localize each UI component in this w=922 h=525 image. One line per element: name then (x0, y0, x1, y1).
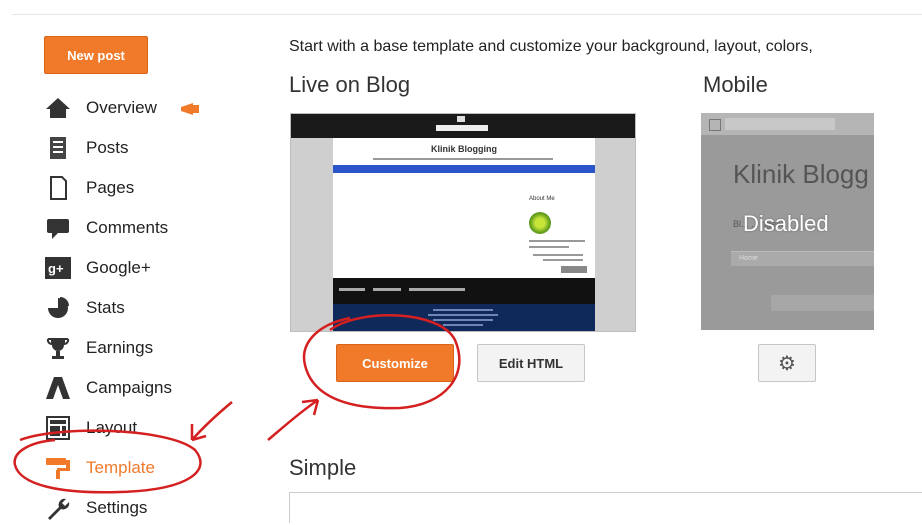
preview-menu-bar (333, 165, 595, 173)
gear-icon: ⚙ (778, 352, 796, 375)
preview-credit-line (443, 324, 483, 326)
sidebar-item-google-plus[interactable]: g+ Google+ (44, 253, 151, 283)
home-icon (44, 96, 72, 120)
comments-icon (44, 216, 72, 240)
preview-text-line (529, 246, 569, 248)
sidebar-item-label: Comments (86, 218, 169, 237)
preview-text-line (533, 254, 583, 256)
mobile-browser-bar (701, 113, 874, 135)
mobile-home-label: Home (739, 255, 758, 262)
simple-heading: Simple (289, 455, 357, 480)
preview-text-line (543, 259, 583, 261)
sidebar-item-label: Posts (86, 138, 129, 157)
posts-icon (44, 136, 72, 160)
google-plus-icon: g+ (44, 256, 72, 280)
top-divider (12, 14, 922, 15)
live-on-blog-heading: Live on Blog (289, 72, 411, 97)
preview-blog-title: Klinik Blogging (431, 144, 497, 154)
template-icon (44, 456, 72, 480)
wrench-icon (44, 496, 72, 520)
preview-profile-image (529, 212, 551, 234)
svg-text:g+: g+ (48, 261, 64, 276)
sidebar-item-template[interactable]: Template (44, 453, 155, 483)
preview-credit-line (433, 319, 493, 321)
preview-description (373, 158, 553, 160)
sidebar-item-stats[interactable]: Stats (44, 293, 125, 323)
trophy-icon (44, 336, 72, 360)
sidebar-item-label: Stats (86, 298, 125, 317)
new-post-button[interactable]: New post (44, 36, 148, 74)
mobile-favicon-icon (709, 119, 721, 131)
preview-footer (333, 278, 595, 304)
sidebar-item-posts[interactable]: Posts (44, 133, 129, 163)
preview-text-line (529, 240, 585, 242)
sidebar-item-label: Settings (86, 498, 148, 517)
sidebar-item-overview[interactable]: Overview (44, 93, 203, 123)
sidebar-item-label: Google+ (86, 258, 151, 277)
arrow-annotation-to-customize (267, 398, 320, 441)
sidebar-item-label: Layout (86, 418, 138, 437)
preview-credit-line (433, 309, 493, 311)
preview-footer-link (339, 288, 365, 291)
mobile-preview[interactable]: Klinik Blogg Bl... ... ngebl Disabled Ho… (701, 113, 874, 330)
preview-search-box (436, 125, 488, 131)
arrow-annotation-to-template (190, 401, 233, 442)
intro-text: Start with a base template and customize… (289, 38, 813, 55)
preview-body: Klinik Blogging About Me (333, 138, 595, 278)
live-blog-preview[interactable]: Klinik Blogging About Me (290, 113, 636, 332)
layout-icon (44, 416, 72, 440)
preview-credit-line (428, 314, 498, 316)
mobile-url-bar (725, 118, 835, 130)
sidebar-item-label: Template (86, 458, 155, 477)
edit-html-button[interactable]: Edit HTML (477, 344, 585, 382)
mobile-home-bar: Home (731, 251, 874, 266)
mobile-heading: Mobile (703, 72, 768, 97)
sidebar-item-label: Pages (86, 178, 135, 197)
sidebar-item-label: Campaigns (86, 378, 172, 397)
preview-navbar (291, 114, 635, 138)
mobile-disabled-label: Disabled (743, 211, 829, 236)
stats-icon (44, 296, 72, 320)
sidebar-item-campaigns[interactable]: Campaigns (44, 373, 172, 403)
megaphone-icon (179, 101, 203, 115)
simple-template-panel[interactable] (289, 492, 922, 523)
mobile-blog-title: Klinik Blogg (733, 159, 869, 189)
sidebar-item-pages[interactable]: Pages (44, 173, 134, 203)
mobile-settings-button[interactable]: ⚙ (758, 344, 816, 382)
sidebar-item-settings[interactable]: Settings (44, 493, 147, 523)
sidebar-item-label: Overview (86, 98, 157, 117)
customize-button[interactable]: Customize (336, 344, 454, 382)
preview-sidebar-heading: About Me (529, 196, 555, 202)
preview-tag (561, 266, 587, 273)
sidebar-item-layout[interactable]: Layout (44, 413, 137, 443)
preview-credits (333, 304, 595, 331)
mobile-content-block (771, 295, 874, 311)
sidebar-item-earnings[interactable]: Earnings (44, 333, 153, 363)
pages-icon (44, 176, 72, 200)
preview-footer-link (409, 288, 465, 291)
sidebar-item-label: Earnings (86, 338, 154, 357)
preview-footer-link (373, 288, 401, 291)
preview-navbar-button (457, 116, 465, 122)
campaigns-icon (44, 376, 72, 400)
sidebar-item-comments[interactable]: Comments (44, 213, 168, 243)
